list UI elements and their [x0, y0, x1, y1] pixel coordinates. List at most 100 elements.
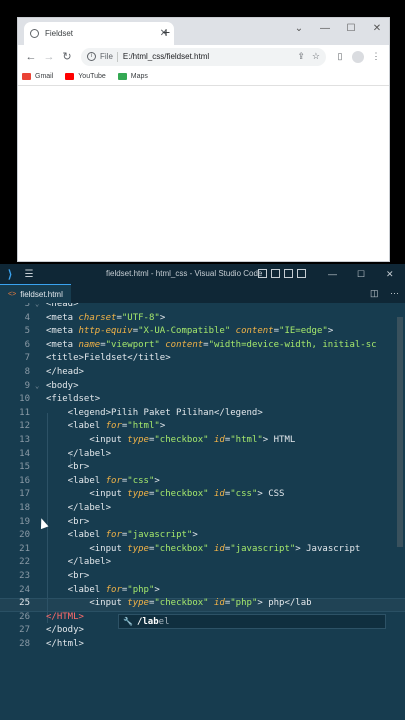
- code-line[interactable]: <br>: [46, 461, 90, 475]
- code-line[interactable]: </html>: [46, 638, 84, 652]
- address-url[interactable]: E:/html_css/fieldset.html: [123, 52, 290, 61]
- toggle-secondary-sidebar-icon[interactable]: [284, 269, 293, 278]
- line-number: 8: [24, 367, 30, 377]
- line-number: 23: [19, 571, 30, 581]
- bookmark-gmail[interactable]: Gmail: [22, 73, 53, 80]
- code-line[interactable]: </label>: [46, 502, 111, 516]
- code-line[interactable]: <label for="php">: [46, 584, 160, 598]
- code-token: "checkbox": [154, 435, 209, 445]
- line-number: 10: [19, 394, 30, 405]
- code-token: <br>: [46, 462, 90, 473]
- vscode-minimize-button[interactable]: —: [328, 264, 337, 284]
- code-line[interactable]: </head>: [46, 366, 84, 380]
- code-line[interactable]: </HTML>: [46, 611, 84, 625]
- more-menu-icon[interactable]: ⋮: [367, 51, 385, 62]
- toggle-sidebar-icon[interactable]: [258, 269, 267, 278]
- bookmark-maps[interactable]: Maps: [117, 73, 148, 80]
- code-line[interactable]: <input type="checkbox" id="php"> php</la…: [46, 597, 312, 611]
- code-token: type: [127, 543, 149, 554]
- vscode-close-button[interactable]: ✕: [386, 264, 394, 284]
- code-line[interactable]: <label for="html">: [46, 420, 166, 434]
- code-line[interactable]: <meta name="viewport" content="width=dev…: [46, 339, 377, 353]
- code-token: <br>: [46, 571, 90, 581]
- line-number: 20: [19, 530, 30, 541]
- code-line[interactable]: <label for="javascript">: [46, 529, 198, 543]
- code-line[interactable]: <title>Fieldset</title>: [46, 352, 171, 366]
- code-token: id: [214, 435, 225, 445]
- code-token: HTML: [273, 435, 296, 445]
- line-number: 17: [19, 489, 30, 500]
- code-line[interactable]: <input type="checkbox" id="html"> HTML: [46, 434, 295, 448]
- side-panel-icon[interactable]: ▯: [331, 51, 349, 62]
- back-button[interactable]: ←: [22, 48, 40, 66]
- fold-chevron-icon[interactable]: ⌄: [35, 380, 39, 394]
- code-line[interactable]: <input type="checkbox" id="css"> CSS: [46, 488, 284, 502]
- profile-avatar[interactable]: [352, 50, 364, 63]
- share-icon[interactable]: ⇪: [297, 51, 305, 62]
- maximize-button[interactable]: ☐: [340, 18, 362, 38]
- code-token: <legend>: [46, 407, 112, 418]
- code-line[interactable]: </label>: [46, 448, 111, 462]
- code-line[interactable]: <br>: [46, 570, 90, 584]
- customize-layout-icon[interactable]: [297, 269, 306, 278]
- code-editor[interactable]: 🔧 /lab el 3 ⌄ <head> 4 <meta charset="UTF-8"…: [0, 303, 405, 720]
- maps-icon: [117, 73, 127, 80]
- bookmark-youtube[interactable]: YouTube: [65, 73, 106, 80]
- menu-icon[interactable]: ☰: [20, 269, 38, 280]
- editor-scrollbar[interactable]: [397, 317, 403, 547]
- line-number: 27: [19, 625, 30, 636]
- tab-search-icon[interactable]: ⌄: [288, 18, 310, 38]
- page-viewport: [18, 86, 389, 261]
- code-line[interactable]: <head>: [46, 303, 79, 312]
- code-line[interactable]: </body>: [46, 624, 84, 638]
- vscode-window: ⟩ ☰ fieldset.html - html_css - Visual St…: [0, 264, 405, 720]
- address-bar[interactable]: i File E:/html_css/fieldset.html ⇪ ☆: [81, 47, 326, 66]
- code-line[interactable]: <meta http-equiv="X-UA-Compatible" conte…: [46, 325, 333, 339]
- forward-button[interactable]: →: [40, 48, 58, 66]
- youtube-icon: [65, 73, 75, 80]
- site-info-icon[interactable]: i: [87, 52, 96, 61]
- code-token: <body>: [46, 380, 79, 391]
- code-token: "javascript": [127, 530, 193, 541]
- code-token: "checkbox": [154, 598, 209, 609]
- toggle-panel-icon[interactable]: [271, 269, 280, 278]
- code-token: <label: [46, 530, 106, 541]
- new-tab-button[interactable]: +: [162, 22, 170, 42]
- code-token: <label: [46, 421, 106, 432]
- vscode-logo-icon: ⟩: [7, 268, 13, 281]
- vscode-titlebar: ⟩ ☰ fieldset.html - html_css - Visual St…: [0, 264, 405, 284]
- minimize-button[interactable]: —: [314, 18, 336, 38]
- code-token: </html>: [46, 639, 84, 649]
- code-line[interactable]: <body>: [46, 380, 79, 394]
- code-line[interactable]: <input type="checkbox" id="javascript"> …: [46, 543, 360, 557]
- code-token: "php": [230, 598, 258, 609]
- code-token: >: [295, 543, 307, 554]
- browser-tab[interactable]: Fieldset ✕: [24, 22, 174, 45]
- editor-tab-fieldset[interactable]: <> fieldset.html: [0, 284, 71, 303]
- close-button[interactable]: ✕: [366, 18, 388, 38]
- code-token: <label: [46, 584, 106, 595]
- bookmark-star-icon[interactable]: ☆: [312, 51, 320, 62]
- split-editor-icon[interactable]: ◫: [370, 284, 379, 303]
- code-line[interactable]: </label>: [46, 556, 111, 570]
- code-line[interactable]: <br>: [46, 516, 90, 530]
- line-number: 14: [19, 448, 30, 459]
- code-token: type: [127, 598, 149, 609]
- vscode-maximize-button[interactable]: ☐: [357, 264, 365, 284]
- globe-icon: [30, 29, 39, 38]
- fold-chevron-icon[interactable]: ⌄: [35, 303, 39, 312]
- reload-button[interactable]: ↻: [58, 48, 76, 66]
- code-line[interactable]: <meta charset="UTF-8">: [46, 312, 165, 326]
- line-number: 28: [19, 639, 30, 649]
- code-token: <input: [46, 435, 128, 445]
- code-token: </label>: [46, 448, 112, 459]
- code-line[interactable]: <fieldset>: [46, 393, 100, 407]
- code-line[interactable]: <legend>Pilih Paket Pilihan</legend>: [46, 407, 263, 421]
- more-actions-icon[interactable]: ⋯: [390, 284, 399, 303]
- code-token: php</lab: [268, 598, 312, 609]
- code-token: <input: [46, 489, 128, 500]
- autocomplete-suggestion[interactable]: 🔧 /lab el: [118, 614, 386, 629]
- code-line[interactable]: <label for="css">: [46, 475, 160, 489]
- line-number: 6: [24, 339, 30, 350]
- code-token: >: [192, 530, 198, 541]
